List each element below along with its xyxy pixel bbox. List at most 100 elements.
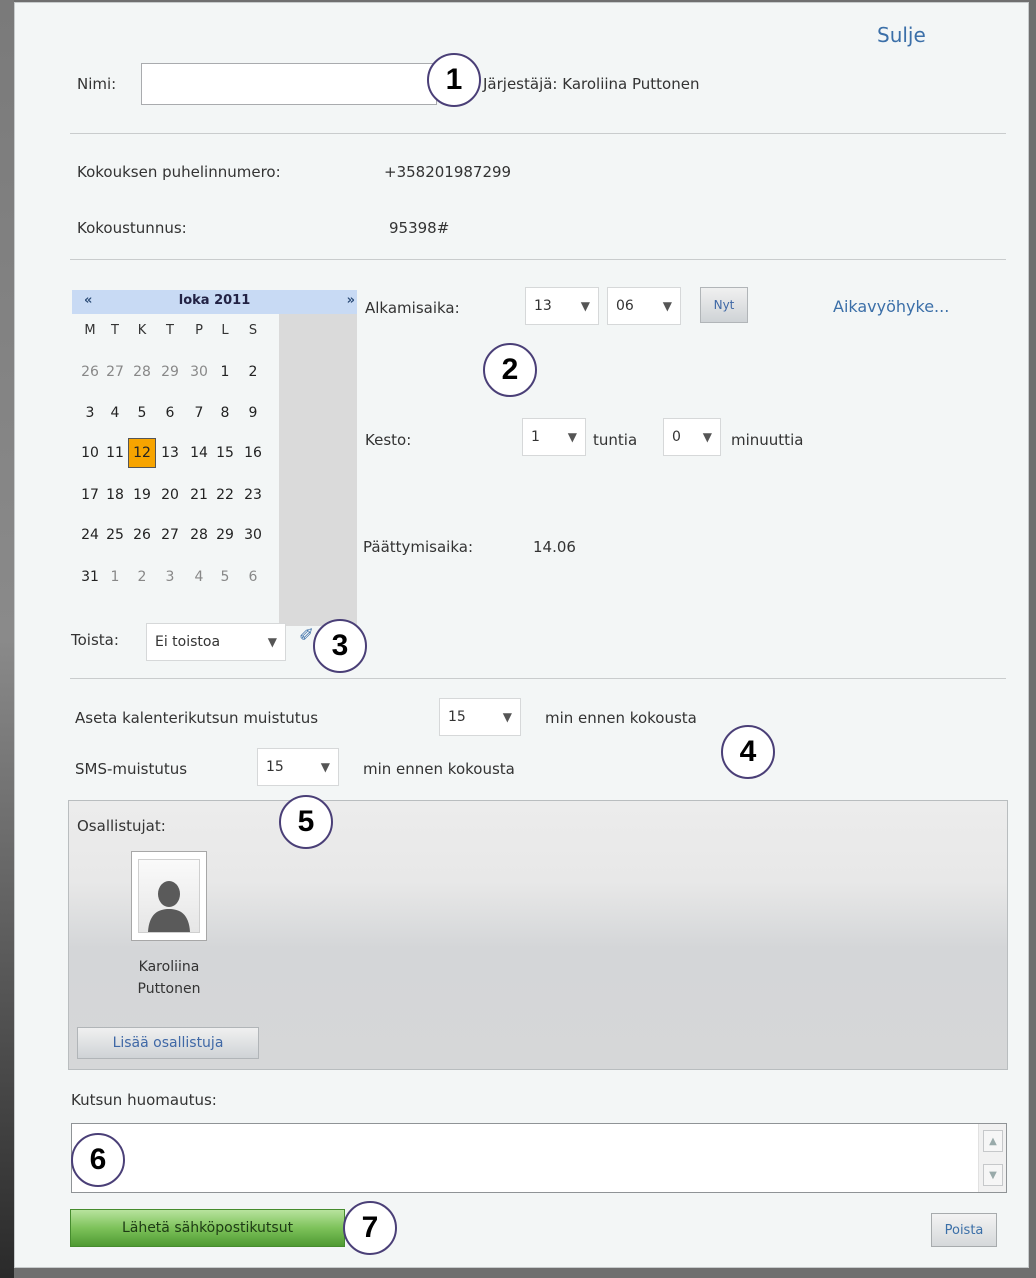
divider: [70, 133, 1006, 134]
calendar-day[interactable]: 28: [185, 520, 213, 550]
start-minute-value: 06: [616, 298, 634, 314]
organizer-text: Järjestäjä: Karoliina Puttonen: [483, 75, 700, 93]
start-hour-select[interactable]: 13 ▼: [525, 287, 599, 325]
calendar-day[interactable]: 6: [239, 562, 267, 592]
dropdown-arrow-icon: ▼: [320, 760, 330, 774]
calendar-day[interactable]: 24: [76, 520, 104, 550]
calendar-day[interactable]: 29: [156, 357, 184, 387]
calendar-day[interactable]: 22: [211, 480, 239, 510]
now-button[interactable]: Nyt: [700, 287, 748, 323]
phone-label: Kokouksen puhelinnumero:: [77, 163, 281, 181]
calendar-day[interactable]: 26: [76, 357, 104, 387]
calendar-day[interactable]: 28: [128, 357, 156, 387]
meeting-dialog: Sulje Nimi: Järjestäjä: Karoliina Putton…: [14, 2, 1029, 1268]
calendar-day[interactable]: 27: [101, 357, 129, 387]
weekday-header: L: [221, 323, 229, 338]
calendar-reminder-suffix: min ennen kokousta: [545, 709, 697, 727]
duration-hours-value: 1: [531, 429, 540, 445]
calendar-day[interactable]: 13: [156, 438, 184, 468]
send-email-invites-button[interactable]: Lähetä sähköpostikutsut: [70, 1209, 345, 1247]
dropdown-arrow-icon: ▼: [502, 710, 512, 724]
calendar-day-selected[interactable]: 12: [128, 438, 156, 468]
calendar-day[interactable]: 26: [128, 520, 156, 550]
scroll-down-icon[interactable]: ▼: [983, 1164, 1003, 1186]
end-time-label: Päättymisaika:: [363, 538, 474, 556]
meeting-code-label: Kokoustunnus:: [77, 219, 187, 237]
calendar-day[interactable]: 4: [101, 398, 129, 428]
calendar-day[interactable]: 8: [211, 398, 239, 428]
timezone-link[interactable]: Aikavyöhyke...: [833, 297, 949, 316]
calendar-day[interactable]: 27: [156, 520, 184, 550]
participant-name: Karoliina Puttonen: [109, 956, 229, 1000]
calendar-day[interactable]: 29: [211, 520, 239, 550]
weekday-header: P: [195, 323, 203, 338]
sms-reminder-value: 15: [266, 759, 284, 775]
duration-minutes-value: 0: [672, 429, 681, 445]
calendar-day[interactable]: 4: [185, 562, 213, 592]
calendar-day[interactable]: 31: [76, 562, 104, 592]
name-input[interactable]: [141, 63, 437, 105]
calendar-day[interactable]: 23: [239, 480, 267, 510]
calendar-day[interactable]: 30: [239, 520, 267, 550]
divider: [70, 678, 1006, 679]
participant-card[interactable]: [131, 851, 207, 941]
calendar-day[interactable]: 3: [76, 398, 104, 428]
calendar-day[interactable]: 9: [239, 398, 267, 428]
repeat-select[interactable]: Ei toistoa ▼: [146, 623, 286, 661]
calendar-reminder-select[interactable]: 15 ▼: [439, 698, 521, 736]
weekday-header: T: [111, 323, 119, 338]
calendar-day[interactable]: 20: [156, 480, 184, 510]
calendar-day[interactable]: 6: [156, 398, 184, 428]
calendar-day[interactable]: 11: [101, 438, 129, 468]
hours-unit: tuntia: [593, 431, 638, 449]
calendar-day[interactable]: 2: [128, 562, 156, 592]
weekend-shading: [279, 314, 357, 626]
calendar-day[interactable]: 5: [211, 562, 239, 592]
scroll-up-icon[interactable]: ▲: [983, 1130, 1003, 1152]
callout-1: 1: [427, 53, 481, 107]
participants-panel: Osallistujat: Karoliina Puttonen Lisää o…: [68, 800, 1008, 1070]
note-textarea[interactable]: ▲ ▼: [71, 1123, 1007, 1193]
duration-hours-select[interactable]: 1 ▼: [522, 418, 586, 456]
add-participant-button[interactable]: Lisää osallistuja: [77, 1027, 259, 1059]
note-scrollbar[interactable]: ▲ ▼: [978, 1124, 1006, 1192]
repeat-edit-icon[interactable]: ✐: [299, 625, 314, 646]
calendar-day[interactable]: 1: [211, 357, 239, 387]
end-time-value: 14.06: [533, 538, 576, 556]
sms-reminder-label: SMS-muistutus: [75, 760, 188, 778]
repeat-value: Ei toistoa: [155, 634, 221, 650]
calendar-reminder-value: 15: [448, 709, 466, 725]
start-time-label: Alkamisaika:: [365, 299, 460, 317]
calendar-day[interactable]: 2: [239, 357, 267, 387]
calendar-header: « loka 2011 »: [72, 290, 357, 314]
calendar-day[interactable]: 3: [156, 562, 184, 592]
calendar-day[interactable]: 30: [185, 357, 213, 387]
calendar-day[interactable]: 10: [76, 438, 104, 468]
callout-6: 6: [71, 1133, 125, 1187]
close-link[interactable]: Sulje: [877, 23, 926, 47]
calendar-day[interactable]: 14: [185, 438, 213, 468]
participant-last-name: Puttonen: [137, 981, 201, 997]
phone-value: +358201987299: [384, 163, 512, 181]
sms-reminder-suffix: min ennen kokousta: [363, 760, 515, 778]
duration-minutes-select[interactable]: 0 ▼: [663, 418, 721, 456]
delete-button[interactable]: Poista: [931, 1213, 997, 1247]
calendar-day[interactable]: 21: [185, 480, 213, 510]
calendar-day[interactable]: 25: [101, 520, 129, 550]
dropdown-arrow-icon: ▼: [580, 299, 590, 313]
meeting-code-value: 95398#: [389, 219, 450, 237]
calendar-day[interactable]: 15: [211, 438, 239, 468]
calendar-day[interactable]: 7: [185, 398, 213, 428]
next-month-button[interactable]: »: [347, 293, 355, 308]
sms-reminder-select[interactable]: 15 ▼: [257, 748, 339, 786]
callout-4: 4: [721, 725, 775, 779]
calendar-day[interactable]: 19: [128, 480, 156, 510]
calendar-day[interactable]: 5: [128, 398, 156, 428]
weekday-header: K: [137, 323, 147, 338]
start-minute-select[interactable]: 06 ▼: [607, 287, 681, 325]
calendar-day[interactable]: 18: [101, 480, 129, 510]
dropdown-arrow-icon: ▼: [567, 430, 577, 444]
calendar-day[interactable]: 17: [76, 480, 104, 510]
calendar-day[interactable]: 1: [101, 562, 129, 592]
calendar-day[interactable]: 16: [239, 438, 267, 468]
